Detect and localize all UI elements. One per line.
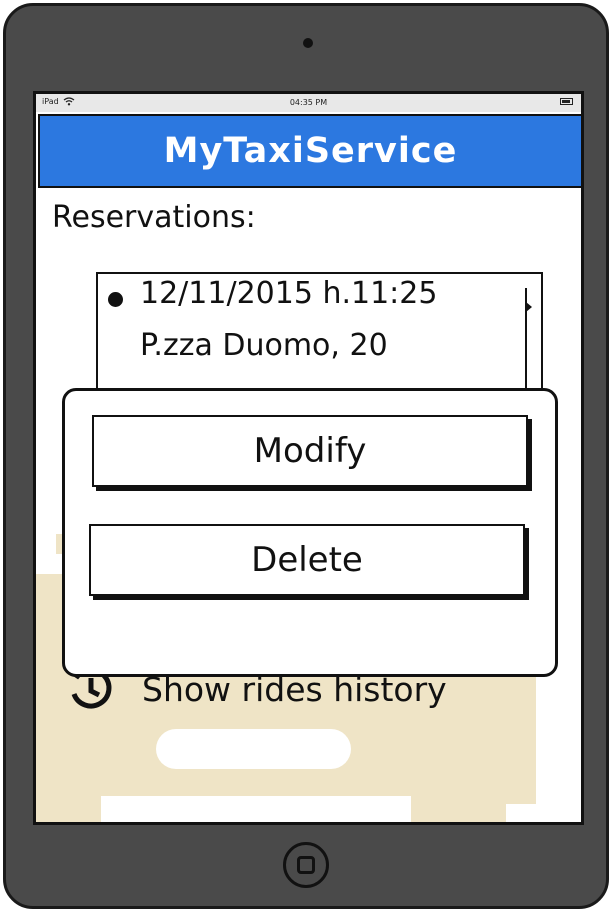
delete-button[interactable]: Delete — [89, 524, 525, 596]
modify-button[interactable]: Modify — [92, 415, 528, 487]
home-button[interactable] — [283, 842, 329, 888]
reservations-heading: Reservations: — [52, 200, 256, 235]
app-title-bar: MyTaxiService — [38, 114, 581, 188]
list-bullet — [108, 292, 123, 307]
status-time: 04:35 PM — [289, 98, 328, 107]
reservations-list[interactable]: 12/11/2015 h.11:25 P.zza Duomo, 20 — [96, 272, 543, 398]
screen: iPad 04:35 PM MyTaxiService Reservations… — [33, 91, 584, 825]
reservation-actions-popover: Modify Delete — [62, 388, 558, 677]
app-title: MyTaxiService — [163, 131, 458, 171]
reservation-address: P.zza Duomo, 20 — [140, 328, 388, 363]
scroll-arrow-icon[interactable] — [526, 302, 532, 312]
reservation-datetime: 12/11/2015 h.11:25 — [140, 276, 438, 311]
camera-dot — [303, 38, 313, 48]
status-bar: iPad 04:35 PM — [36, 94, 581, 112]
battery-icon — [560, 98, 573, 105]
